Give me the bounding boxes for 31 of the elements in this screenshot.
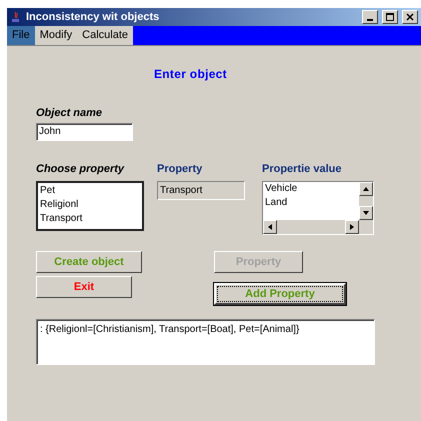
close-button[interactable]: [402, 10, 418, 24]
field-label: Property: [157, 163, 204, 175]
menu-item[interactable]: File: [7, 26, 35, 45]
property-field: Transport: [157, 181, 245, 200]
close-icon: [406, 13, 414, 21]
output-area[interactable]: : {Religionl=[Christianism], Transport=[Boat], Pet=[Animal]}: [36, 319, 375, 365]
field-label: Propertie value: [262, 163, 342, 175]
field-label: Choose property: [36, 163, 126, 175]
scroll-left-button[interactable]: [263, 220, 277, 234]
arrow-up-icon: [362, 185, 370, 193]
list-item[interactable]: Transport: [40, 213, 140, 224]
maximize-icon: [386, 13, 394, 21]
arrow-down-icon: [362, 209, 370, 217]
scroll-up-button[interactable]: [359, 182, 373, 196]
form-heading: Enter object: [154, 67, 228, 81]
list-item[interactable]: Vehicle: [265, 183, 357, 194]
maximize-button[interactable]: [382, 10, 398, 24]
scroll-right-button[interactable]: [345, 220, 359, 234]
arrow-left-icon: [266, 223, 274, 231]
minimize-button[interactable]: [362, 10, 378, 24]
list-item[interactable]: Land: [265, 197, 357, 208]
list-item[interactable]: Religionl: [40, 199, 140, 210]
value-list[interactable]: Vehicle Land: [262, 181, 374, 235]
object-name-field[interactable]: John: [36, 123, 133, 141]
cup-icon: [10, 10, 22, 24]
list-item[interactable]: Pet: [40, 185, 140, 196]
scroll-down-button[interactable]: [359, 206, 373, 220]
property-list[interactable]: Pet Religionl Transport: [36, 181, 144, 231]
field-label: Object name: [36, 107, 104, 119]
window-title: Inconsistency wit objects: [26, 11, 160, 23]
arrow-right-icon: [348, 223, 356, 231]
